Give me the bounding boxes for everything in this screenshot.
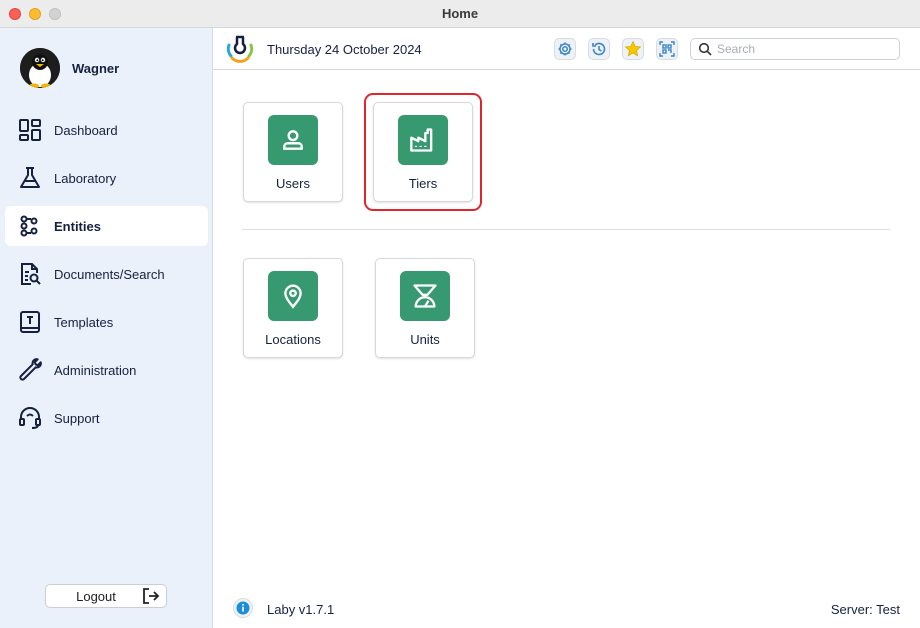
current-date: Thursday 24 October 2024 <box>267 42 422 57</box>
sidebar-item-entities[interactable]: Entities <box>5 206 208 246</box>
qr-scan-icon <box>659 41 675 57</box>
tile-label: Locations <box>265 332 321 347</box>
logout-button[interactable]: Logout <box>45 584 167 608</box>
tile-label: Users <box>276 176 310 191</box>
sidebar-item-label: Laboratory <box>54 170 117 186</box>
section-divider <box>242 229 890 230</box>
sidebar: Wagner Dashboard Laboratory Entities Doc… <box>0 28 213 628</box>
server-label: Server: Test <box>830 602 900 617</box>
favorites-button[interactable] <box>622 38 644 60</box>
qr-scan-button[interactable] <box>656 38 678 60</box>
sidebar-item-support[interactable]: Support <box>5 398 208 438</box>
tile-users[interactable]: Users <box>243 102 343 202</box>
search-icon <box>698 42 712 61</box>
search-box <box>690 38 900 60</box>
sidebar-item-administration[interactable]: Administration <box>5 350 208 390</box>
flask-icon <box>17 165 43 191</box>
wrench-icon <box>17 357 43 383</box>
sidebar-item-dashboard[interactable]: Dashboard <box>5 110 208 150</box>
info-icon <box>236 601 250 615</box>
penguin-avatar-icon <box>20 48 60 88</box>
entities-icon <box>17 213 43 239</box>
settings-button[interactable] <box>554 38 576 60</box>
sidebar-item-laboratory[interactable]: Laboratory <box>5 158 208 198</box>
tile-units[interactable]: Units <box>375 258 475 358</box>
history-button[interactable] <box>588 38 610 60</box>
search-input[interactable] <box>717 41 892 57</box>
headset-icon <box>17 405 43 431</box>
history-icon <box>592 42 606 56</box>
info-button[interactable] <box>233 598 253 618</box>
sidebar-item-documents-search[interactable]: Documents/Search <box>5 254 208 294</box>
laby-logo-icon <box>225 33 255 63</box>
scale-icon <box>400 271 450 321</box>
app-window: Home Wagner Dashboard Laboratory Entitie… <box>0 0 920 628</box>
dashboard-icon <box>17 117 43 143</box>
title-bar: Home <box>0 0 920 28</box>
star-icon <box>624 40 642 57</box>
user-name: Wagner <box>72 60 120 76</box>
sidebar-nav: Dashboard Laboratory Entities Documents/… <box>0 110 213 446</box>
sidebar-item-label: Templates <box>54 314 114 330</box>
window-title: Home <box>441 6 479 21</box>
document-search-icon <box>17 261 43 287</box>
location-pin-icon <box>268 271 318 321</box>
user-icon <box>268 115 318 165</box>
sidebar-item-label: Dashboard <box>54 122 118 138</box>
tile-locations[interactable]: Locations <box>243 258 343 358</box>
sidebar-item-label: Entities <box>54 218 101 234</box>
tile-label: Units <box>410 332 440 347</box>
top-toolbar: Thursday 24 October 2024 <box>213 28 920 70</box>
tile-highlight-outline <box>364 93 482 211</box>
user-profile[interactable]: Wagner <box>20 48 119 88</box>
logout-label: Logout <box>76 588 116 604</box>
avatar <box>20 48 60 88</box>
sidebar-item-templates[interactable]: Templates <box>5 302 208 342</box>
app-version: Laby v1.7.1 <box>267 602 335 617</box>
sidebar-item-label: Administration <box>54 362 137 378</box>
sidebar-item-label: Support <box>54 410 100 426</box>
template-book-icon <box>17 309 43 335</box>
sidebar-item-label: Documents/Search <box>54 266 165 282</box>
logout-icon <box>142 587 160 610</box>
settings-icon <box>558 42 572 56</box>
